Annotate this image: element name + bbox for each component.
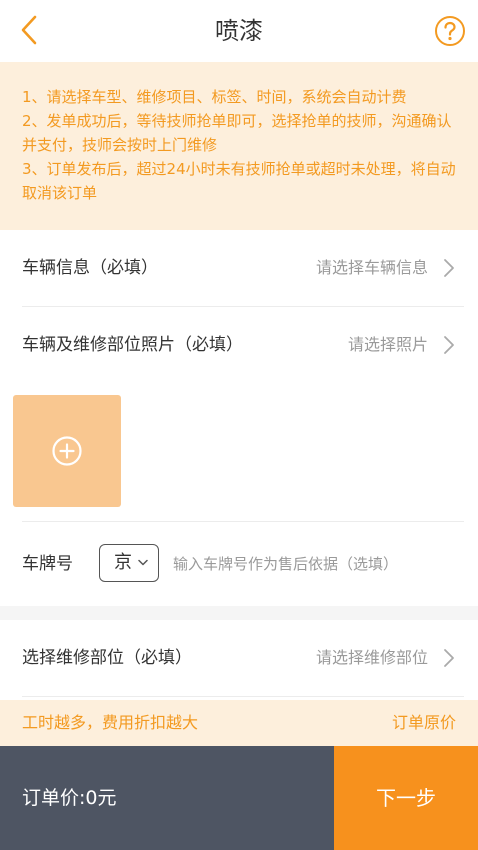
notice-box: 1、请选择车型、维修项目、标签、时间，系统会自动计费 2、发单成功后，等待技师抢… [0, 62, 478, 230]
notice-line: 1、请选择车型、维修项目、标签、时间，系统会自动计费 [22, 88, 407, 106]
plate-label: 车牌号 [22, 554, 73, 574]
help-button[interactable] [434, 15, 466, 47]
repair-part-value: 请选择维修部位 [315, 648, 428, 667]
order-total: 订单价:0元 [0, 746, 334, 850]
plus-circle-icon [52, 436, 82, 466]
plate-number-input[interactable] [173, 545, 463, 583]
vehicle-info-row[interactable]: 车辆信息（必填） 请选择车辆信息 [0, 230, 478, 306]
chevron-right-icon [444, 336, 454, 354]
vehicle-info-label: 车辆信息（必填） [22, 258, 158, 278]
discount-bar: 工时越多，费用折扣越大 订单原价 [0, 700, 478, 746]
divider [22, 521, 464, 522]
plate-province-select[interactable]: 京 [99, 544, 159, 582]
repair-part-label: 选择维修部位（必填） [22, 648, 192, 668]
nav-bar: 喷漆 [0, 0, 478, 62]
photos-label: 车辆及维修部位照片（必填） [22, 335, 243, 355]
question-circle-icon [435, 16, 465, 46]
notice-line: 2、发单成功后，等待技师抢单即可，选择抢单的技师，沟通确认并支付，技师会按时上门… [22, 112, 452, 154]
photos-row[interactable]: 车辆及维修部位照片（必填） 请选择照片 [0, 307, 478, 383]
next-step-button[interactable]: 下一步 [334, 746, 478, 850]
add-photo-button[interactable] [13, 395, 121, 507]
divider [22, 696, 464, 697]
repair-part-row[interactable]: 选择维修部位（必填） 请选择维修部位 [0, 620, 478, 696]
plate-province-value: 京 [114, 552, 132, 573]
discount-tip: 工时越多，费用折扣越大 [22, 713, 199, 732]
chevron-down-icon [138, 559, 148, 566]
order-total-text: 订单价:0元 [22, 787, 117, 809]
original-price-link[interactable]: 订单原价 [392, 700, 456, 746]
page-title: 喷漆 [215, 17, 263, 45]
photos-value: 请选择照片 [347, 335, 428, 354]
bottom-bar: 订单价:0元 下一步 [0, 746, 478, 850]
chevron-right-icon [444, 649, 454, 667]
form-panel-repair: 选择维修部位（必填） 请选择维修部位 [0, 620, 478, 700]
chevron-right-icon [444, 259, 454, 277]
notice-line: 3、订单发布后，超过24小时未有技师抢单或超时未处理，将自动取消该订单 [22, 160, 456, 202]
vehicle-info-value: 请选择车辆信息 [315, 258, 428, 277]
